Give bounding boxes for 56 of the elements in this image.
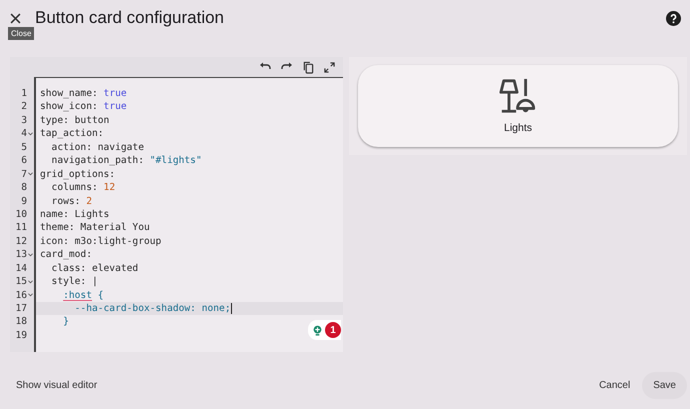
card-name: Lights	[504, 122, 532, 134]
code-line: tap_action:	[40, 127, 104, 141]
code-line: class: elevated	[50, 262, 138, 276]
cancel-button[interactable]: Cancel	[591, 372, 638, 398]
expand-icon[interactable]	[324, 62, 335, 72]
line-number: 12	[15, 234, 27, 248]
save-button[interactable]: Save	[642, 372, 687, 398]
lightbulb-icon	[313, 324, 322, 336]
code-line: :host {	[62, 288, 104, 302]
line-number: 1	[21, 87, 27, 100]
fold-icon[interactable]	[28, 172, 33, 176]
fold-icon[interactable]	[28, 293, 33, 298]
close-icon[interactable]	[10, 12, 21, 24]
line-number: 10	[15, 208, 27, 222]
fold-icon[interactable]	[28, 132, 33, 136]
close-tooltip: Close	[8, 26, 34, 40]
code-line: card_mod:	[40, 248, 92, 262]
error-count: 1	[325, 322, 341, 338]
line-number: 18	[15, 315, 27, 329]
code-line: action: navigate	[50, 140, 144, 154]
code-line: show_icon: true	[40, 100, 127, 114]
line-number: 16	[15, 288, 27, 302]
dialog-title: Button card configuration	[35, 8, 226, 28]
code-line: rows: 2	[50, 194, 92, 208]
fold-icon[interactable]	[28, 280, 33, 284]
lint-badge[interactable]: 1	[308, 320, 341, 340]
code-line: grid_options:	[40, 168, 116, 182]
code-line: icon: m3o:light-group	[40, 234, 162, 248]
button-card[interactable]: Lights	[358, 65, 678, 147]
line-number: 19	[15, 328, 27, 342]
code-line: --ha-card-box-shadow: none;	[74, 302, 231, 316]
line-number: 3	[21, 114, 27, 128]
line-number: 15	[15, 275, 27, 289]
line-number: 8	[21, 181, 27, 194]
help-icon[interactable]	[666, 10, 681, 26]
code-line: }	[62, 315, 69, 329]
line-number: 6	[21, 154, 27, 168]
line-number: 14	[15, 262, 27, 276]
code-line: show_name: true	[40, 87, 127, 100]
line-number: 4	[21, 127, 27, 141]
code-line: theme: Material You	[40, 221, 150, 235]
code-line: columns: 12	[50, 181, 116, 195]
line-number: 13	[15, 248, 27, 262]
line-number: 7	[21, 168, 27, 182]
line-number: 9	[21, 194, 27, 208]
fold-icon[interactable]	[28, 252, 33, 257]
line-number: 11	[15, 221, 27, 235]
code-line: type: button	[40, 114, 110, 128]
code-line: style: |	[50, 275, 98, 289]
code-line: name: Lights	[40, 208, 110, 222]
line-number: 5	[21, 140, 27, 154]
code-line: navigation_path: "#lights"	[50, 154, 202, 168]
copy-icon[interactable]	[303, 60, 314, 74]
line-number: 2	[21, 100, 27, 114]
line-number: 17	[15, 302, 27, 316]
show-visual-editor-button[interactable]: Show visual editor	[8, 372, 106, 398]
